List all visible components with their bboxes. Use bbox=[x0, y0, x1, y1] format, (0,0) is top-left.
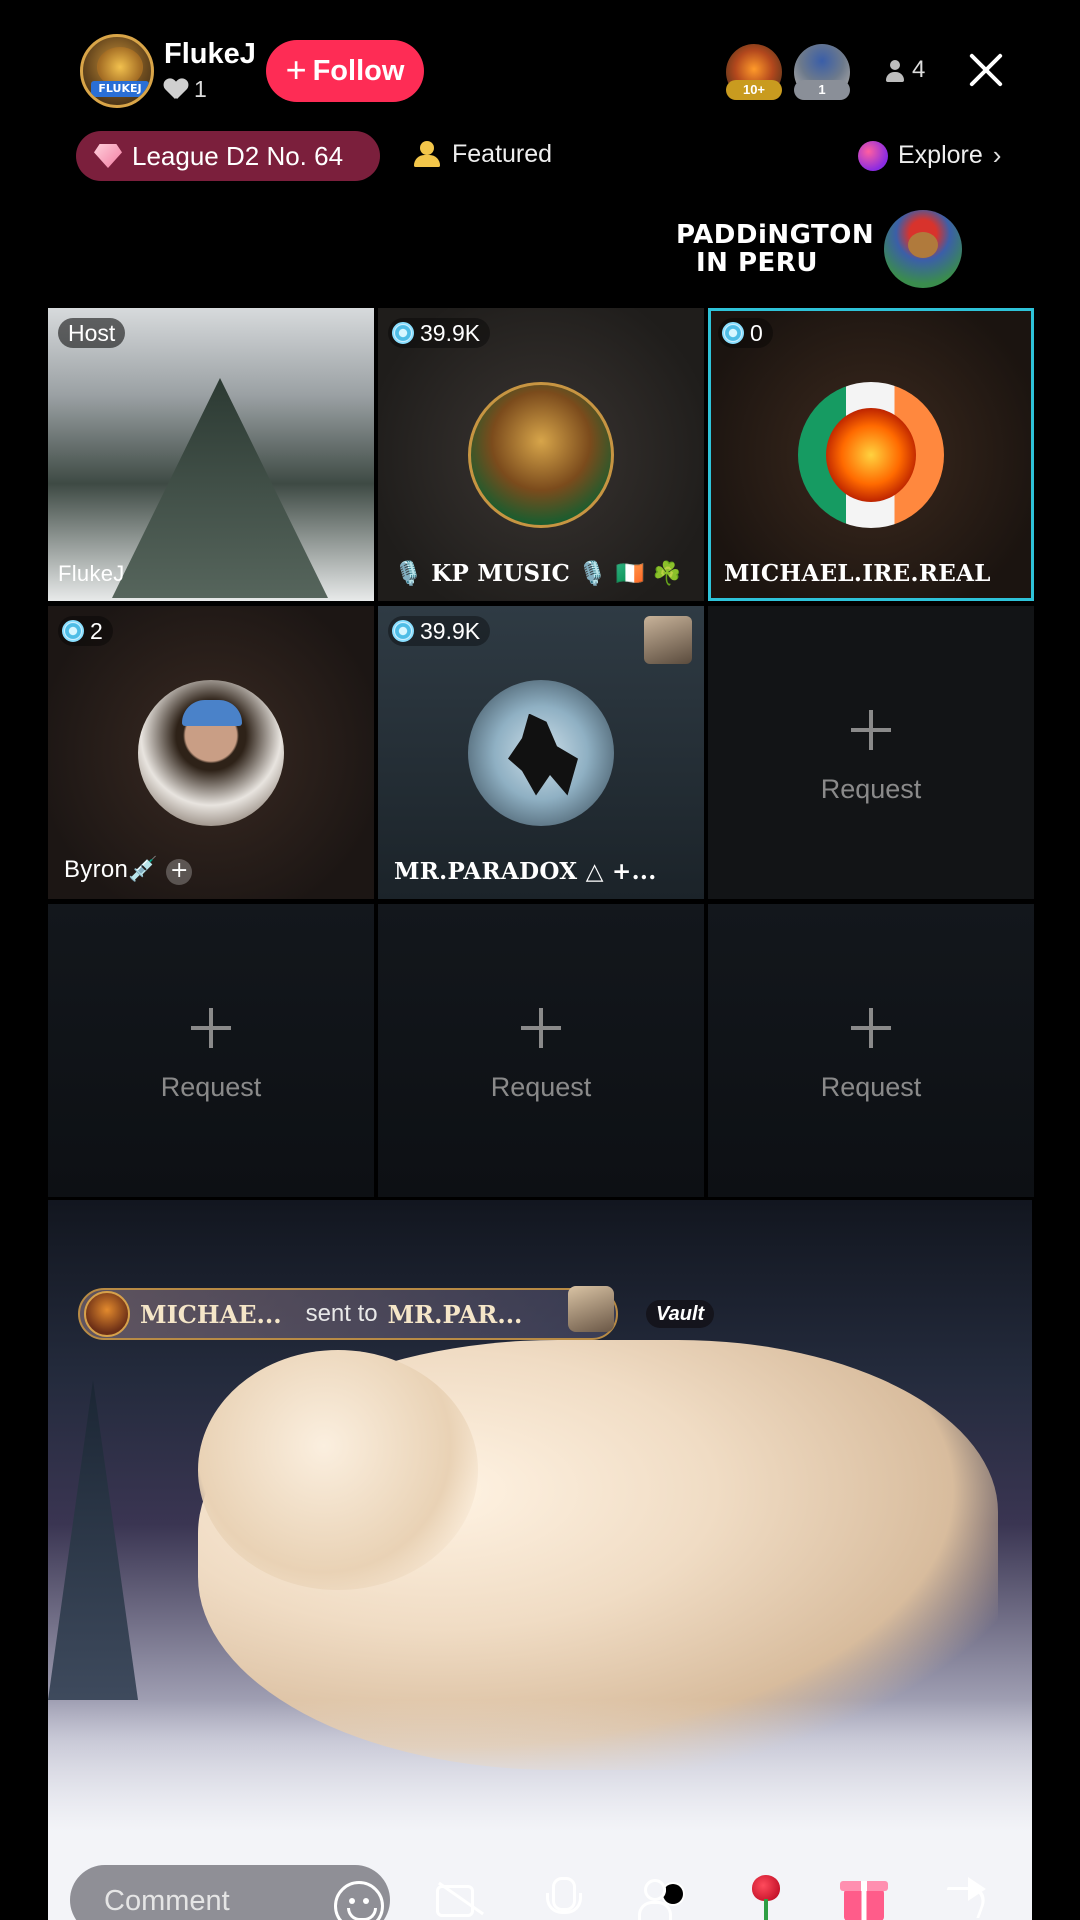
guest-tile-kp-music[interactable]: 39.9K 🎙️ KP MUSIC 🎙️ 🇮🇪 ☘️ bbox=[378, 308, 704, 601]
league-badge[interactable]: League D2 No. 64 bbox=[76, 131, 380, 181]
vault-badge: Vault bbox=[646, 1300, 715, 1328]
host-likes: 1 bbox=[164, 76, 207, 103]
viewer-count[interactable]: 4 bbox=[912, 56, 925, 84]
featured-label: Featured bbox=[452, 140, 553, 168]
comment-placeholder: Comment bbox=[104, 1885, 230, 1917]
plus-icon: + bbox=[285, 48, 307, 90]
host-avatar-tag: FLUKEJ bbox=[91, 81, 149, 97]
cap-icon bbox=[182, 699, 242, 726]
sender-avatar bbox=[84, 1291, 130, 1337]
promo-line-1: PADDiNGTON bbox=[676, 220, 875, 250]
top-viewer-badge-1: 10+ bbox=[726, 80, 782, 100]
host-tag: Host bbox=[58, 318, 126, 348]
host-avatar[interactable]: FLUKEJ bbox=[80, 34, 154, 108]
featured-person-icon bbox=[414, 140, 442, 169]
gem-icon bbox=[392, 620, 414, 642]
guest-name: MICHAEL.IRE.REAL bbox=[724, 560, 991, 587]
gift-sent-to-text: sent to bbox=[305, 1300, 378, 1327]
gift-sender: MICHAE... bbox=[140, 1299, 282, 1329]
guests-icon[interactable] bbox=[636, 1875, 688, 1920]
guest-name-row: Byron💉 + bbox=[64, 855, 193, 885]
explore-link[interactable]: Explore › bbox=[858, 140, 1001, 171]
request-label: Request bbox=[820, 774, 922, 804]
camera-off-icon[interactable] bbox=[434, 1875, 486, 1920]
gem-icon bbox=[62, 620, 84, 642]
heart-icon bbox=[164, 79, 188, 101]
horse-moon-avatar bbox=[468, 679, 614, 826]
host-tile[interactable]: Host FlukeJ bbox=[48, 308, 374, 601]
plus-icon bbox=[851, 710, 891, 750]
score-pill: 39.9K bbox=[388, 616, 491, 646]
mic-icon[interactable] bbox=[536, 1875, 588, 1920]
promo-banner[interactable]: PADDiNGTON IN PERU bbox=[676, 210, 963, 288]
request-slot-2[interactable]: Request bbox=[48, 904, 374, 1197]
guest-tile-byron[interactable]: 2 Byron💉 + bbox=[48, 606, 374, 899]
request-label: Request bbox=[820, 1072, 922, 1102]
plus-icon bbox=[851, 1008, 891, 1048]
lion-head-image bbox=[198, 1350, 478, 1590]
promo-title: PADDiNGTON IN PERU bbox=[676, 221, 874, 277]
rose-gift-icon[interactable] bbox=[740, 1875, 792, 1920]
request-slot-3[interactable]: Request bbox=[378, 904, 704, 1197]
likes-count: 1 bbox=[194, 76, 207, 102]
phoenix-avatar bbox=[798, 381, 944, 528]
bottom-bar: Comment bbox=[0, 1855, 1080, 1920]
gift-thumbnail-icon bbox=[644, 616, 692, 664]
share-icon[interactable] bbox=[938, 1875, 990, 1920]
live-header: FLUKEJ FlukeJ 1 + Follow 10+ 1 4 League … bbox=[0, 0, 1080, 288]
plus-icon bbox=[521, 1008, 561, 1048]
guest-tile-mr-paradox[interactable]: 39.9K MR.PARADOX △ +... bbox=[378, 606, 704, 899]
request-slot-4[interactable]: Request bbox=[708, 904, 1034, 1197]
gift-recipient-thumbnail bbox=[568, 1286, 614, 1332]
guest-tile-michael[interactable]: 0 MICHAEL.IRE.REAL bbox=[708, 308, 1034, 601]
score-pill: 2 bbox=[58, 616, 113, 646]
guest-score: 2 bbox=[90, 617, 103, 644]
host-name[interactable]: FlukeJ bbox=[164, 38, 256, 71]
league-label: League D2 No. 64 bbox=[132, 140, 344, 171]
explore-label: Explore bbox=[898, 141, 983, 169]
gem-icon bbox=[392, 322, 414, 344]
chevron-right-icon: › bbox=[992, 140, 1002, 170]
guest-name: 🎙️ KP MUSIC 🎙️ 🇮🇪 ☘️ bbox=[394, 560, 682, 587]
diamond-icon bbox=[94, 144, 122, 168]
tree-silhouette bbox=[48, 1380, 138, 1700]
request-label: Request bbox=[490, 1072, 592, 1102]
plus-icon bbox=[191, 1008, 231, 1048]
request-slot-1[interactable]: Request bbox=[708, 606, 1034, 899]
gem-icon bbox=[722, 322, 744, 344]
person-icon bbox=[885, 60, 905, 84]
gift-icon[interactable] bbox=[838, 1875, 890, 1920]
featured-link[interactable]: Featured bbox=[414, 140, 552, 169]
follow-button[interactable]: + Follow bbox=[266, 40, 424, 102]
score-pill: 39.9K bbox=[388, 318, 491, 348]
horse-silhouette-icon bbox=[508, 713, 578, 796]
gift-notification: MICHAE... sent to MR.PAR... bbox=[78, 1288, 618, 1340]
host-tile-name: FlukeJ bbox=[58, 561, 125, 586]
kp-music-avatar bbox=[468, 381, 614, 528]
top-viewer-badge-2: 1 bbox=[794, 80, 850, 100]
score-pill: 0 bbox=[718, 318, 773, 348]
guest-score: 0 bbox=[750, 319, 763, 346]
byron-avatar bbox=[138, 679, 284, 826]
guest-score: 39.9K bbox=[420, 319, 481, 346]
gift-recipient: MR.PAR... bbox=[387, 1299, 523, 1329]
close-icon[interactable] bbox=[968, 52, 1004, 88]
add-friend-icon[interactable]: + bbox=[166, 859, 193, 885]
follow-label: Follow bbox=[312, 54, 405, 87]
promo-line-2: IN PERU bbox=[696, 248, 818, 278]
paddington-image bbox=[884, 210, 963, 288]
phoenix-icon bbox=[826, 407, 916, 502]
planet-icon bbox=[858, 140, 888, 171]
guest-name: MR.PARADOX △ +... bbox=[394, 858, 657, 885]
request-label: Request bbox=[160, 1072, 262, 1102]
guest-name: Byron💉 bbox=[64, 856, 159, 883]
guest-score: 39.9K bbox=[420, 617, 481, 644]
